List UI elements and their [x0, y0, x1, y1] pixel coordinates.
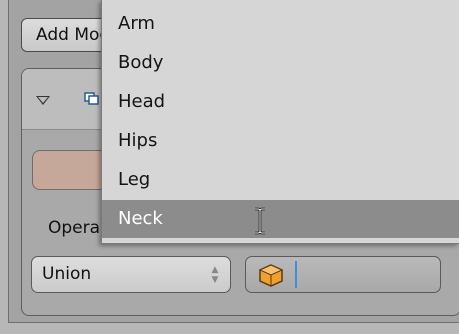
object-cube-icon — [258, 264, 284, 287]
menu-item-neck[interactable]: Neck — [102, 200, 459, 238]
collapse-triangle-icon[interactable] — [36, 96, 50, 105]
boolean-modifier-icon — [84, 92, 99, 105]
menu-item-head[interactable]: Head — [102, 83, 459, 121]
text-cursor — [295, 261, 297, 288]
operation-label: Operation: — [48, 218, 100, 238]
updown-arrows-icon: ▲ ▼ — [211, 265, 219, 285]
operation-value: Union — [42, 264, 92, 284]
object-dropdown-menu: Arm Body Head Hips Leg Neck — [101, 0, 459, 244]
ibeam-cursor-icon — [255, 207, 265, 235]
operation-select[interactable]: Union ▲ ▼ — [31, 256, 231, 293]
menu-item-arm[interactable]: Arm — [102, 5, 459, 43]
object-field[interactable] — [245, 256, 441, 293]
menu-item-hips[interactable]: Hips — [102, 122, 459, 160]
menu-item-body[interactable]: Body — [102, 44, 459, 82]
menu-item-leg[interactable]: Leg — [102, 161, 459, 199]
